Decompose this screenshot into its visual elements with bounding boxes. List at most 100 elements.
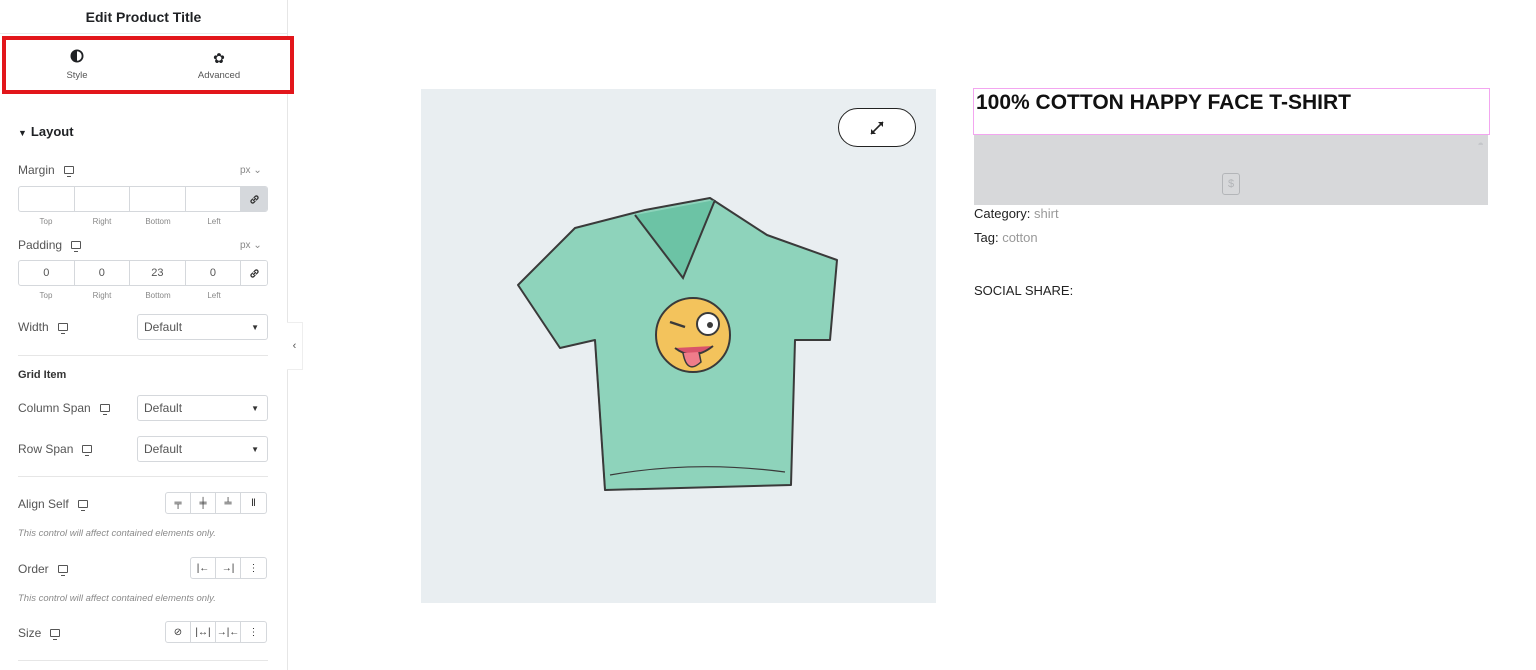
caret-down-icon: ▼ (251, 322, 259, 332)
zoom-button[interactable] (838, 108, 916, 147)
width-select-value: Default (144, 320, 183, 334)
panel-tabs: Style ✿ Advanced (2, 36, 294, 94)
padding-unit-select[interactable]: px ⌄ (240, 240, 262, 251)
side-label: Left (207, 291, 221, 300)
column-span-value: Default (144, 401, 183, 415)
tag-label: Tag: (974, 230, 999, 245)
size-none-icon[interactable]: ⊘ (166, 622, 191, 642)
column-span-label-text: Column Span (18, 401, 91, 415)
column-span-label: Column Span (18, 401, 110, 415)
width-label: Width (18, 320, 68, 334)
size-grow-icon[interactable]: |↔| (191, 622, 216, 642)
order-label-text: Order (18, 562, 49, 576)
desktop-icon[interactable] (50, 629, 61, 640)
padding-bottom-input[interactable]: 23 (130, 261, 186, 285)
divider (18, 476, 268, 477)
order-end-icon[interactable]: →| (216, 558, 241, 578)
panel-title: Edit Product Title (0, 0, 287, 34)
padding-top-input[interactable]: 0 (19, 261, 75, 285)
align-center-icon[interactable]: ╪ (191, 493, 216, 513)
divider (18, 660, 268, 661)
align-stretch-icon[interactable]: Ⅱ (241, 493, 266, 513)
align-self-label-text: Align Self (18, 497, 69, 511)
order-label: Order (18, 562, 68, 576)
desktop-icon[interactable] (57, 323, 68, 334)
margin-right-input[interactable] (75, 187, 131, 211)
tab-style[interactable]: Style (6, 40, 148, 90)
layout-section-toggle[interactable]: ▼ Layout (18, 124, 74, 139)
desktop-icon[interactable] (63, 166, 74, 177)
side-label: Bottom (145, 291, 171, 300)
social-share-heading: SOCIAL SHARE: (974, 283, 1074, 298)
gear-icon: ✿ (213, 50, 225, 66)
align-self-buttons: ╤ ╪ ╧ Ⅱ (165, 492, 267, 514)
product-title-widget[interactable]: 100% COTTON HAPPY FACE T-SHIRT (973, 88, 1490, 135)
align-self-label: Align Self (18, 497, 88, 511)
width-select[interactable]: Default ▼ (137, 314, 268, 340)
caret-down-icon: ▼ (251, 444, 259, 454)
desktop-icon[interactable] (77, 500, 88, 511)
desktop-icon[interactable] (57, 565, 68, 576)
category-label: Category: (974, 206, 1031, 221)
product-category: Category: shirt (974, 206, 1059, 221)
chevron-left-icon: ‹ (292, 340, 297, 352)
column-span-select[interactable]: Default ▼ (137, 395, 268, 421)
product-tag: Tag: cotton (974, 230, 1038, 245)
price-placeholder[interactable]: ◓ $ (974, 135, 1488, 205)
tag-link[interactable]: cotton (1002, 230, 1037, 245)
tab-advanced-label: Advanced (197, 70, 241, 81)
caret-down-icon: ▼ (18, 128, 27, 138)
contrast-icon (70, 49, 84, 67)
align-end-icon[interactable]: ╧ (216, 493, 241, 513)
more-options-icon[interactable]: ⋮ (241, 558, 266, 578)
tab-advanced[interactable]: ✿ Advanced (148, 40, 290, 90)
grid-item-heading: Grid Item (18, 369, 67, 381)
price-document-icon: $ (1222, 173, 1240, 195)
side-label: Left (207, 217, 221, 226)
tab-style-label: Style (66, 70, 88, 81)
side-label: Top (39, 217, 53, 226)
row-span-select[interactable]: Default ▼ (137, 436, 268, 462)
padding-inputs: 0 0 23 0 (18, 260, 268, 286)
product-title: 100% COTTON HAPPY FACE T-SHIRT (976, 91, 1351, 114)
margin-unit-select[interactable]: px ⌄ (240, 165, 262, 176)
side-label: Top (39, 291, 53, 300)
more-options-icon[interactable]: ⋮ (241, 622, 266, 642)
size-label: Size (18, 626, 61, 640)
side-label: Right (92, 291, 112, 300)
width-label-text: Width (18, 320, 49, 334)
padding-right-input[interactable]: 0 (75, 261, 131, 285)
row-span-label-text: Row Span (18, 442, 74, 456)
category-link[interactable]: shirt (1034, 206, 1059, 221)
desktop-icon[interactable] (82, 445, 93, 456)
editor-panel: Edit Product Title ▼ Layout Margin px ⌄ T… (0, 0, 288, 670)
side-label: Bottom (145, 217, 171, 226)
divider (18, 355, 268, 356)
link-values-icon[interactable] (241, 187, 267, 211)
order-buttons: |← →| ⋮ (190, 557, 267, 579)
row-span-value: Default (144, 442, 183, 456)
link-values-icon[interactable] (241, 261, 267, 285)
layout-section-label: Layout (30, 124, 74, 139)
padding-left-input[interactable]: 0 (186, 261, 242, 285)
desktop-icon[interactable] (71, 241, 82, 252)
size-buttons: ⊘ |↔| →|← ⋮ (165, 621, 267, 643)
padding-side-labels: Top Right Bottom Left (18, 291, 242, 300)
size-label-text: Size (18, 626, 42, 640)
margin-bottom-input[interactable] (130, 187, 186, 211)
side-label: Right (92, 217, 112, 226)
desktop-icon[interactable] (99, 404, 110, 415)
tshirt-illustration (517, 197, 838, 491)
margin-top-input[interactable] (19, 187, 75, 211)
margin-left-input[interactable] (186, 187, 242, 211)
order-start-icon[interactable]: |← (191, 558, 216, 578)
basket-icon: ◓ (1477, 139, 1484, 151)
collapse-panel-button[interactable]: ‹ (287, 322, 303, 370)
align-start-icon[interactable]: ╤ (166, 493, 191, 513)
padding-label-text: Padding (18, 238, 63, 252)
padding-label: Padding (18, 238, 82, 252)
margin-inputs (18, 186, 268, 212)
size-shrink-icon[interactable]: →|← (216, 622, 241, 642)
expand-icon (870, 120, 884, 135)
margin-label: Margin (18, 163, 74, 177)
